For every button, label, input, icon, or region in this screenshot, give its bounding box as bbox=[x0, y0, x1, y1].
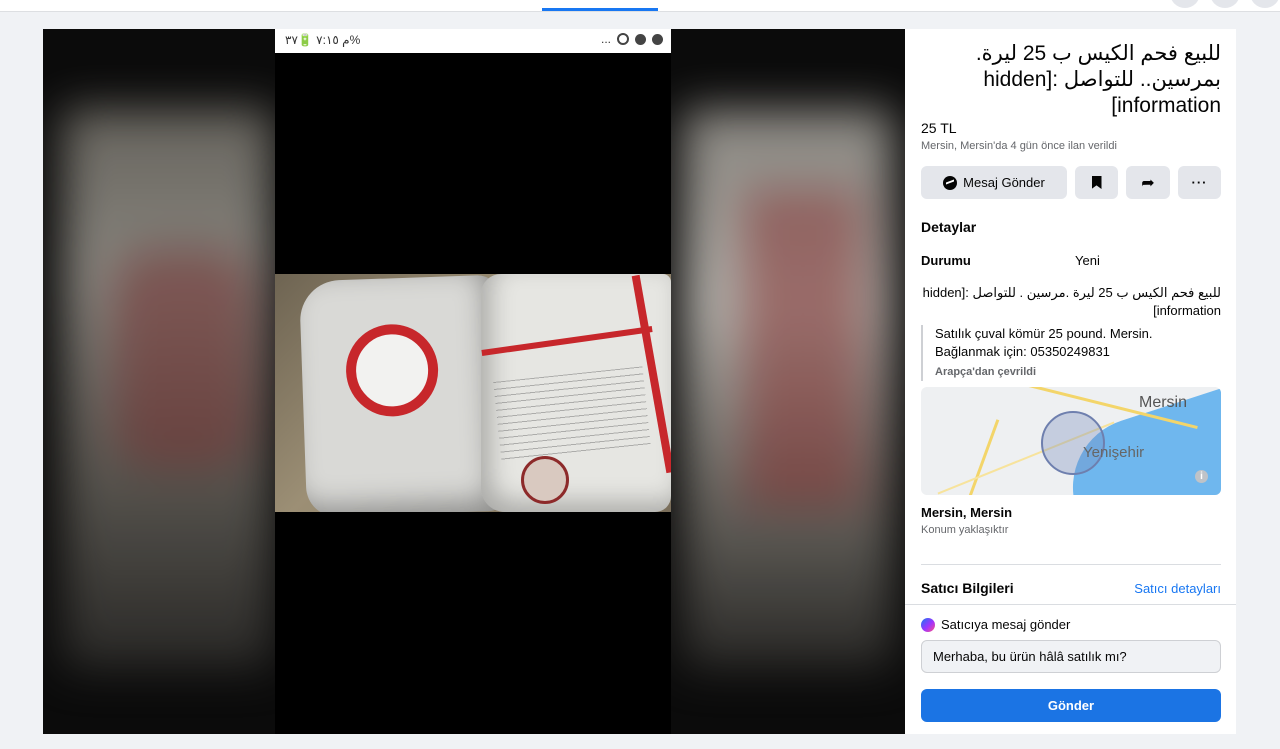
nav-circle-button[interactable] bbox=[1210, 0, 1240, 8]
coal-sacks-image bbox=[275, 274, 671, 512]
location-map[interactable]: Mersin Yenişehir i bbox=[921, 387, 1221, 495]
messenger-icon bbox=[943, 175, 958, 190]
map-district-label: Yenişehir bbox=[1083, 444, 1145, 461]
contact-seller-box: Satıcıya mesaj gönder Merhaba, bu ürün h… bbox=[905, 604, 1236, 734]
seller-details-link[interactable]: Satıcı detayları bbox=[1134, 581, 1221, 596]
sack-logo bbox=[344, 322, 440, 418]
listing-photo[interactable]: م ٧:١٥ 🔋٣٧% ... bbox=[275, 29, 671, 734]
status-icons: ... bbox=[601, 32, 663, 46]
nav-circle-button[interactable] bbox=[1250, 0, 1280, 8]
save-button[interactable] bbox=[1075, 166, 1118, 199]
location-name: Mersin, Mersin bbox=[921, 505, 1013, 520]
sack-left bbox=[298, 274, 508, 512]
map-city-label: Mersin bbox=[1139, 394, 1188, 411]
messenger-icon bbox=[921, 617, 935, 632]
location-note: Konum yaklaşıktır bbox=[921, 524, 1009, 536]
nav-circle-button[interactable] bbox=[1170, 0, 1200, 8]
message-input[interactable]: Merhaba, bu ürün hâlâ satılık mı? bbox=[921, 640, 1221, 673]
status-icon bbox=[617, 33, 629, 45]
bookmark-icon bbox=[1091, 176, 1102, 189]
sack-seal bbox=[521, 456, 569, 504]
status-icon bbox=[652, 33, 663, 45]
status-time: م ٧:١٥ 🔋٣٧% bbox=[285, 33, 361, 47]
share-icon: ➦ bbox=[1141, 174, 1155, 192]
translation-line: Bağlanmak için: 05350249831 bbox=[935, 344, 1110, 359]
listing-meta: Mersin, Mersin'da 4 gün önce ilan verild… bbox=[921, 140, 1117, 152]
listing-price: 25 TL bbox=[921, 120, 957, 136]
active-tab-indicator bbox=[542, 8, 658, 11]
translation-line: Satılık çuval kömür 25 pound. Mersin. bbox=[935, 326, 1153, 341]
listing-details-panel: للبيع فحم الكيس ب 25 ليرة. بمرسين.. للتو… bbox=[905, 29, 1236, 734]
photo-viewer: م ٧:١٥ 🔋٣٧% ... bbox=[43, 29, 905, 734]
send-button[interactable]: Gönder bbox=[921, 689, 1221, 722]
send-message-button[interactable]: Mesaj Gönder bbox=[921, 166, 1067, 199]
listing-title: للبيع فحم الكيس ب 25 ليرة. بمرسين.. للتو… bbox=[975, 42, 1221, 117]
condition-value: Yeni bbox=[1075, 253, 1100, 268]
contact-heading: Satıcıya mesaj gönder bbox=[921, 617, 1070, 632]
contact-heading-label: Satıcıya mesaj gönder bbox=[941, 617, 1071, 632]
seller-info-heading: Satıcı Bilgileri bbox=[921, 580, 1014, 596]
status-icon bbox=[635, 33, 646, 45]
divider bbox=[921, 564, 1221, 565]
details-heading: Detaylar bbox=[921, 219, 977, 235]
status-more-text: ... bbox=[600, 32, 611, 46]
translation-note[interactable]: Arapça'dan çevrildi bbox=[935, 363, 1225, 381]
send-message-label: Mesaj Gönder bbox=[963, 175, 1045, 190]
action-bar: Mesaj Gönder ➦ ··· bbox=[921, 166, 1221, 200]
approx-location-circle bbox=[1041, 411, 1105, 475]
info-icon[interactable]: i bbox=[1195, 470, 1208, 483]
translated-description: Satılık çuval kömür 25 pound. Mersin. Ba… bbox=[921, 325, 1225, 381]
top-nav-bar bbox=[0, 0, 1280, 12]
description-arabic: للبيع فحم الكيس ب 25 ليرة .مرسين . للتوا… bbox=[922, 285, 1221, 318]
phone-status-bar: م ٧:١٥ 🔋٣٧% ... bbox=[275, 29, 671, 53]
share-button[interactable]: ➦ bbox=[1126, 166, 1170, 199]
more-options-button[interactable]: ··· bbox=[1178, 166, 1221, 199]
more-icon: ··· bbox=[1191, 175, 1208, 190]
condition-key: Durumu bbox=[921, 253, 971, 268]
